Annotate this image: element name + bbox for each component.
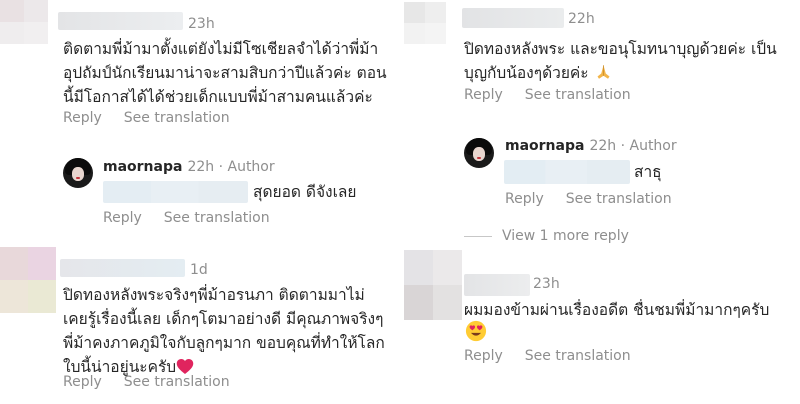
author-avatar[interactable] [63,158,93,188]
comment-text: ผมมองข้ามผ่านเรื่องอดีต ชื่นชมพี่ม้ามากๆ… [464,301,770,319]
avatar[interactable] [404,250,462,320]
heart-icon [176,359,194,374]
comment-time: 22h [568,11,595,27]
view-more-replies-button[interactable]: View 1 more reply [464,228,629,244]
see-translation-button[interactable]: See translation [525,348,631,364]
left-column: 23h ติดตามพี่ม้ามาตั้งแต่ยังไม่มีโซเชียล… [0,0,400,404]
see-translation-button[interactable]: See translation [566,191,672,207]
comment-time: 23h [188,16,215,32]
comment-time: 23h [533,276,560,292]
username-redacted[interactable] [464,274,530,296]
comment-text-body: ปิดทองหลังพระจริงๆพี่ม้าอรนภา ติดตามมาไม… [63,286,385,376]
reply-button[interactable]: Reply [464,87,503,103]
author-reply-text: สาธุ [634,163,662,181]
comment-text: ปิดทองหลังพระ และขอนุโมทนาบุญด้วยค่ะ เป็… [464,37,798,85]
reply-button[interactable]: Reply [103,210,142,226]
comment-actions: Reply See translation [63,110,252,126]
author-reply-text: สุดยอด ดีจังเลย [253,183,357,201]
comment-text-body: ปิดทองหลังพระ และขอนุโมทนาบุญด้วยค่ะ เป็… [464,40,777,82]
comment-text: ติดตามพี่ม้ามาตั้งแต่ยังไม่มีโซเชียลจำได… [63,40,387,106]
reply-button[interactable]: Reply [505,191,544,207]
comment-time: 1d [190,262,208,278]
username-redacted[interactable] [58,12,183,30]
comment-text: ปิดทองหลังพระจริงๆพี่ม้าอรนภา ติดตามมาไม… [63,283,398,379]
praying-hands-icon [597,65,610,79]
mention-redacted[interactable] [103,181,248,203]
comment-actions: Reply See translation [63,374,252,390]
reply-actions: Reply See translation [505,191,694,207]
author-avatar[interactable] [464,138,494,168]
author-username[interactable]: maornapa [505,138,584,154]
avatar[interactable] [0,247,56,313]
divider-line [464,235,492,237]
comment-actions: Reply See translation [464,87,653,103]
reply-button[interactable]: Reply [63,110,102,126]
view-more-label: View 1 more reply [502,228,629,244]
comment-actions: Reply See translation [464,348,653,364]
author-username[interactable]: maornapa [103,159,182,175]
reply-actions: Reply See translation [103,210,292,226]
reply-button[interactable]: Reply [464,348,503,364]
avatar[interactable] [404,2,446,44]
right-column: 22h ปิดทองหลังพระ และขอนุโมทนาบุญด้วยค่ะ… [400,0,800,404]
see-translation-button[interactable]: See translation [525,87,631,103]
mention-redacted[interactable] [504,160,630,184]
username-redacted[interactable] [462,8,564,28]
author-reply-header: maornapa 22h · Author [103,159,275,175]
username-redacted[interactable] [60,259,185,277]
reply-button[interactable]: Reply [63,374,102,390]
reply-meta: 22h · Author [187,159,275,175]
see-translation-button[interactable]: See translation [124,374,230,390]
see-translation-button[interactable]: See translation [124,110,230,126]
see-translation-button[interactable]: See translation [164,210,270,226]
heart-eyes-emoji-icon [465,320,487,342]
avatar[interactable] [0,0,48,44]
author-reply-header: maornapa 22h · Author [505,138,677,154]
reply-meta: 22h · Author [589,138,677,154]
